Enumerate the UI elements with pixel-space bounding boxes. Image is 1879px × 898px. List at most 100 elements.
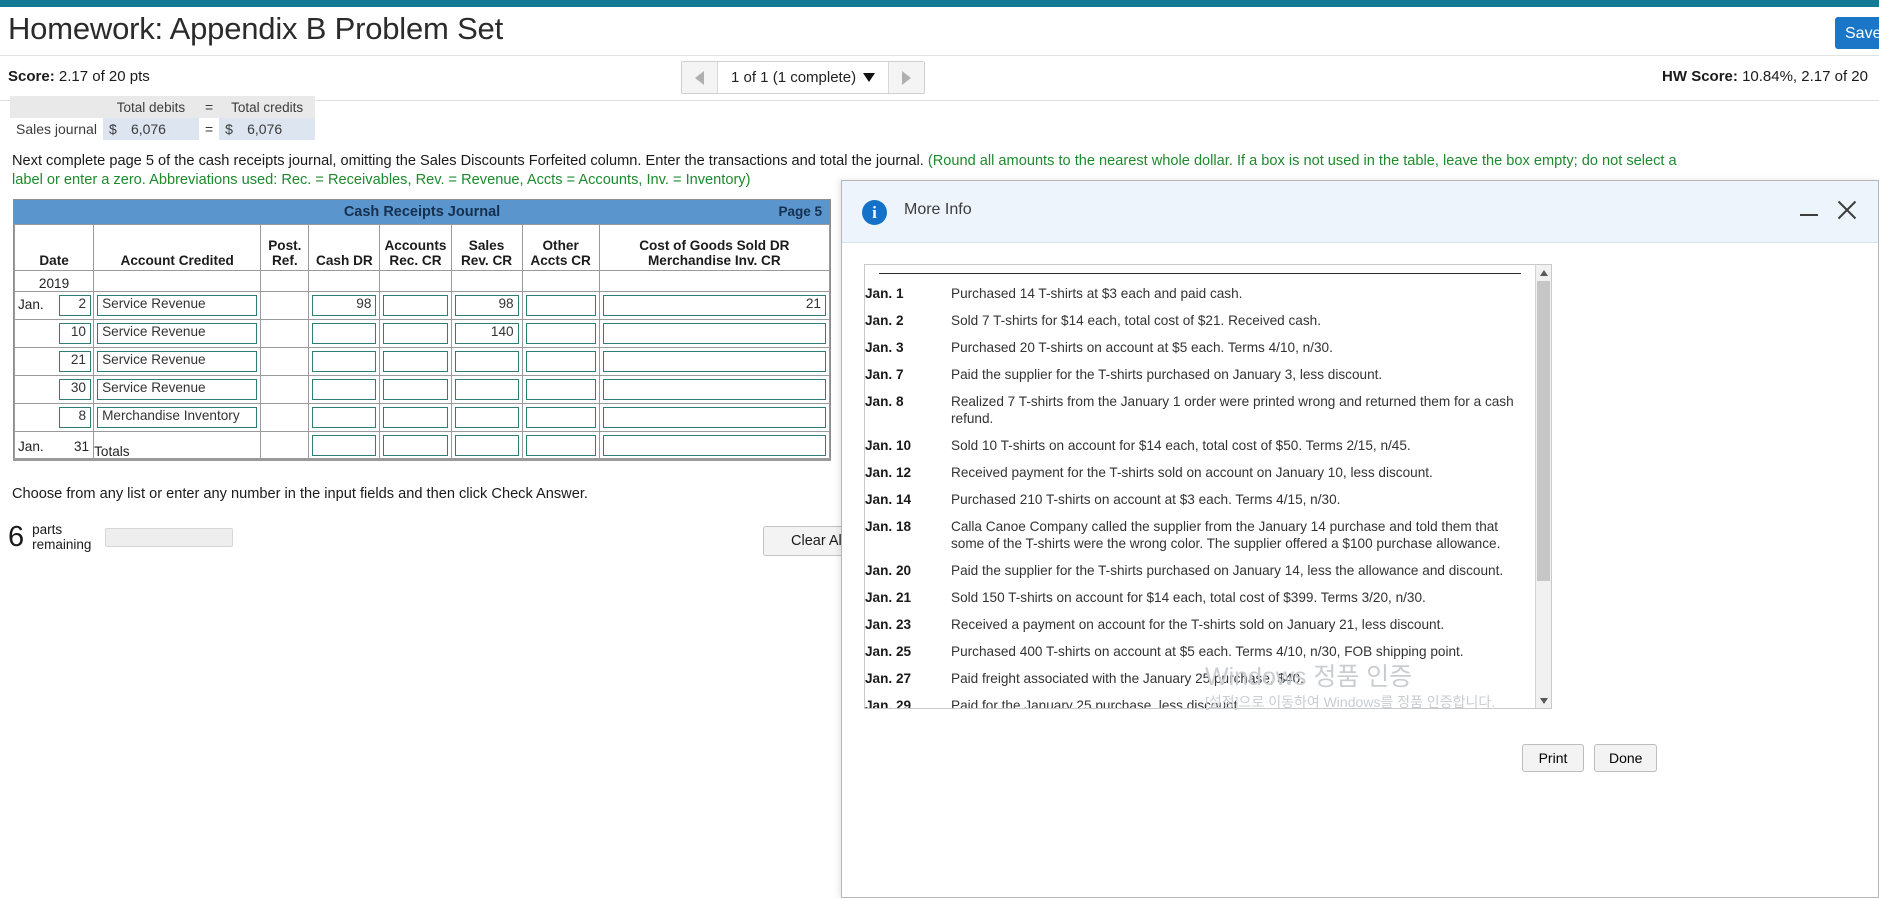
day-input[interactable]: 21 — [59, 351, 91, 372]
table-row: 21 Service Revenue — [13, 347, 831, 376]
day-input[interactable]: 10 — [59, 323, 91, 344]
other-accts-cr-input[interactable] — [525, 407, 596, 428]
accounts-rec-cr-input[interactable] — [383, 379, 448, 400]
cash-dr-input[interactable] — [312, 323, 377, 344]
sales-rev-cr-input[interactable]: 98 — [454, 295, 519, 316]
totals-cogs-input[interactable] — [602, 435, 826, 456]
account-credited-select[interactable]: Service Revenue — [97, 295, 258, 316]
accounts-rec-cr-input[interactable] — [383, 351, 448, 372]
hw-score-value: 10.84%, 2.17 of 20 — [1742, 68, 1868, 85]
scrollbar-thumb[interactable] — [1537, 281, 1550, 581]
previous-question-button[interactable] — [682, 62, 718, 93]
totals-other-input[interactable] — [525, 435, 596, 456]
row-ar-cell — [379, 347, 452, 376]
events-table: Jan. 1 Purchased 14 T-shirts at $3 each a… — [865, 280, 1535, 708]
page-title: Homework: Appendix B Problem Set — [8, 11, 504, 46]
row-date-cell: 30 — [13, 375, 95, 404]
account-credited-select[interactable]: Service Revenue — [97, 351, 258, 372]
cogs-input[interactable] — [602, 407, 826, 428]
cogs-input[interactable] — [602, 379, 826, 400]
accounts-rec-cr-input[interactable] — [383, 295, 448, 316]
list-item: Jan. 12 Received payment for the T-shirts… — [865, 459, 1535, 486]
cogs-input[interactable] — [602, 323, 826, 344]
cogs-input[interactable]: 21 — [602, 295, 826, 316]
parts-remaining-label: parts remaining — [32, 522, 91, 552]
cash-dr-input[interactable] — [312, 351, 377, 372]
other-accts-cr-input[interactable] — [525, 351, 596, 372]
day-input[interactable]: 2 — [59, 295, 91, 316]
events-scrollbar[interactable] — [1535, 265, 1551, 708]
totals-day: 31 — [73, 439, 90, 454]
day-input[interactable]: 8 — [59, 407, 91, 428]
account-credited-select[interactable]: Merchandise Inventory — [97, 407, 258, 428]
question-selector[interactable]: 1 of 1 (1 complete) — [718, 62, 888, 93]
event-date: Jan. 10 — [865, 438, 912, 453]
totals-sales-input[interactable] — [454, 435, 519, 456]
parts-label-line1: parts — [32, 522, 63, 537]
other-accts-cr-input[interactable] — [525, 295, 596, 316]
other-accts-cr-input[interactable] — [525, 379, 596, 400]
totals-ar-cell — [379, 431, 452, 460]
parts-remaining-count: 6 — [8, 520, 25, 553]
row-cash-cell: 98 — [308, 291, 381, 320]
cash-dr-input[interactable]: 98 — [312, 295, 377, 316]
sales-rev-cr-input[interactable] — [454, 351, 519, 372]
credit-currency-symbol: $ — [225, 121, 233, 137]
instructions-line1-green: (Round all amounts to the nearest whole … — [927, 153, 1677, 169]
totals-row: Jan. 31 Totals — [13, 431, 831, 460]
event-date: Jan. 8 — [865, 394, 904, 409]
summary-blank-cell — [10, 96, 103, 118]
row-account-cell: Service Revenue — [93, 291, 262, 320]
event-date: Jan. 1 — [865, 286, 904, 301]
event-description: Purchased 400 T-shirts on account at $5 … — [951, 644, 1464, 659]
next-question-button[interactable] — [888, 62, 925, 93]
row-sales-cell — [450, 347, 523, 376]
year-row-account — [93, 270, 262, 292]
totals-ar-input[interactable] — [383, 435, 448, 456]
dialog-print-button[interactable]: Print — [1522, 744, 1584, 772]
sales-journal-summary: Total debits = Total credits Sales journ… — [10, 96, 316, 140]
sales-rev-cr-input[interactable] — [454, 407, 519, 428]
year-row-cash — [308, 270, 381, 292]
totals-cash-input[interactable] — [312, 435, 377, 456]
journal-title: Cash Receipts Journal — [343, 204, 501, 220]
triangle-right-icon — [902, 70, 912, 85]
totals-cogs-cell — [598, 431, 831, 460]
summary-equals-sign: = — [198, 118, 220, 140]
cogs-input[interactable] — [602, 351, 826, 372]
column-header-post-ref: Post. Ref. — [260, 224, 310, 271]
dialog-done-button[interactable]: Done — [1594, 744, 1658, 772]
table-row: 8 Merchandise Inventory — [13, 403, 831, 432]
event-description: Purchased 210 T-shirts on account at $3 … — [951, 492, 1341, 507]
save-button[interactable]: Save — [1835, 17, 1879, 49]
scroll-up-arrow-icon[interactable] — [1536, 265, 1551, 280]
row-other-cell — [521, 319, 600, 348]
header-ar-line1: Accounts — [384, 238, 447, 253]
sales-rev-cr-input[interactable] — [454, 379, 519, 400]
row-date-cell: 21 — [13, 347, 95, 376]
event-description: Purchased 14 T-shirts at $3 each and pai… — [951, 286, 1243, 301]
account-credited-select[interactable]: Service Revenue — [97, 379, 258, 400]
list-item: Jan. 18 Calla Canoe Company called the su… — [865, 513, 1535, 557]
event-description: Paid the supplier for the T-shirts purch… — [951, 563, 1504, 578]
scroll-down-arrow-icon[interactable] — [1536, 693, 1551, 708]
year-row-other — [521, 270, 600, 292]
event-date: Jan. 12 — [865, 465, 912, 480]
events-scroll-content: Jan. 1 Purchased 14 T-shirts at $3 each a… — [865, 265, 1535, 708]
row-account-cell: Merchandise Inventory — [93, 403, 262, 432]
cash-dr-input[interactable] — [312, 407, 377, 428]
triangle-left-icon — [695, 70, 704, 85]
info-circle-icon: i — [862, 200, 887, 225]
accounts-rec-cr-input[interactable] — [383, 407, 448, 428]
header-sales-line1: Sales — [468, 238, 505, 253]
day-input[interactable]: 30 — [59, 379, 91, 400]
minimize-icon[interactable] — [1798, 201, 1820, 223]
row-cash-cell — [308, 375, 381, 404]
other-accts-cr-input[interactable] — [525, 323, 596, 344]
event-date: Jan. 3 — [865, 340, 904, 355]
accounts-rec-cr-input[interactable] — [383, 323, 448, 344]
cash-dr-input[interactable] — [312, 379, 377, 400]
sales-rev-cr-input[interactable]: 140 — [454, 323, 519, 344]
account-credited-select[interactable]: Service Revenue — [97, 323, 258, 344]
close-icon[interactable] — [1834, 197, 1860, 223]
